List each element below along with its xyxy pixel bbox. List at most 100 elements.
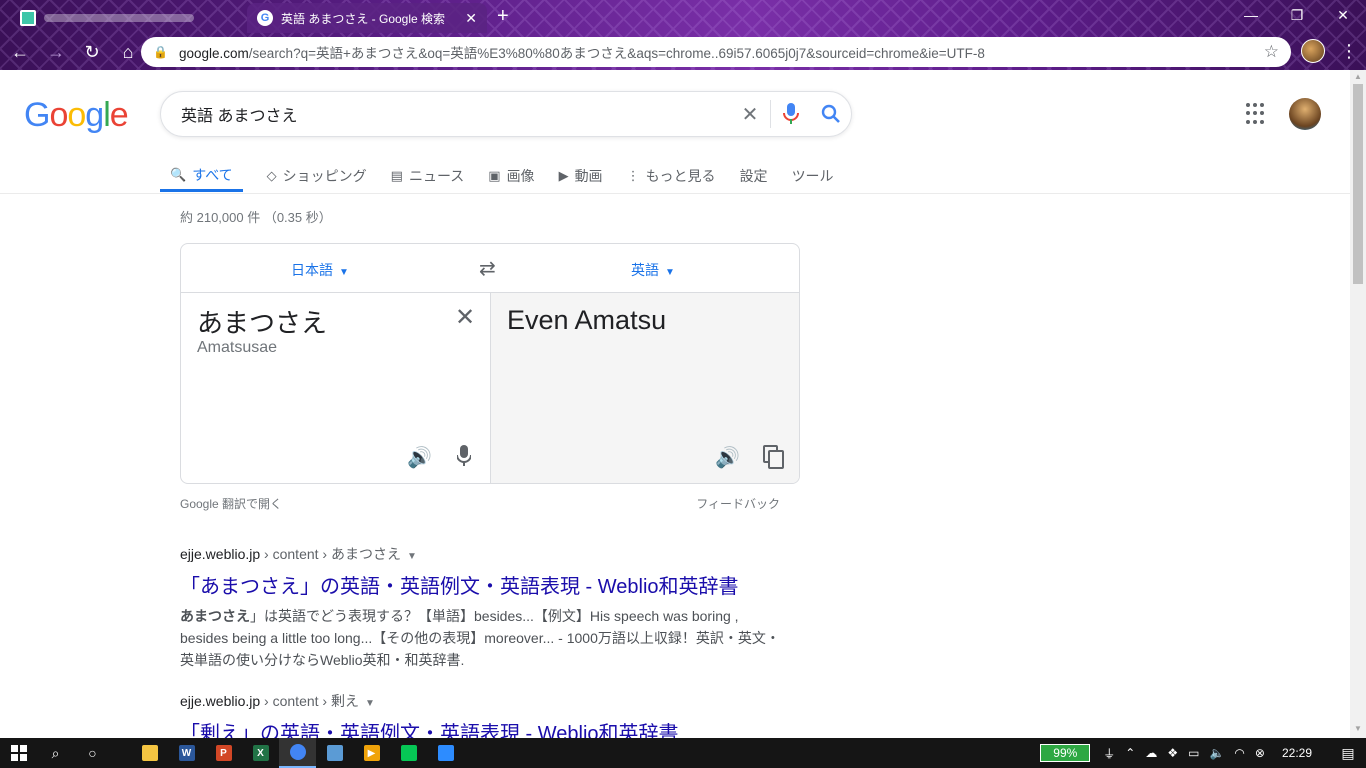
account-avatar[interactable] <box>1289 98 1321 130</box>
taskbar-app[interactable] <box>279 738 316 768</box>
minimize-button[interactable]: — <box>1228 0 1274 30</box>
snippet-line: besides being a little too long...【その他の表… <box>180 630 780 646</box>
dropdown-caret-icon: ▼ <box>665 267 675 278</box>
voice-search-icon[interactable] <box>771 92 811 136</box>
contacts-icon <box>326 745 343 761</box>
speaker-icon[interactable]: 🔊 <box>715 445 740 470</box>
bookmark-star-icon[interactable]: ☆ <box>1264 42 1279 62</box>
battery-indicator[interactable]: 99% <box>1040 744 1091 762</box>
tab-close-icon[interactable]: ✕ <box>465 10 477 27</box>
swap-languages-icon[interactable]: ⇄ <box>479 256 496 281</box>
onedrive-icon[interactable]: ☁ <box>1145 746 1157 760</box>
tab-image[interactable]: ▣ 画像 <box>488 160 534 192</box>
address-bar[interactable]: 🔒 google.com/search?q=英語+あまつさえ&oq=英語%E3%… <box>141 37 1291 67</box>
taskbar-app[interactable]: P <box>205 738 242 768</box>
home-icon[interactable]: ⌂ <box>112 36 144 68</box>
new-tab-button[interactable]: + <box>497 6 509 26</box>
snippet-line: 英単語の使い分けならWeblio英和・和英辞書. <box>180 652 465 668</box>
search-icon[interactable]: ⌕ <box>37 738 74 768</box>
source-text[interactable]: あまつさえ <box>197 303 327 340</box>
url-text: google.com/search?q=英語+あまつさえ&oq=英語%E3%80… <box>179 42 1264 62</box>
url-path: /search?q=英語+あまつさえ&oq=英語%E3%80%80あまつさえ&a… <box>248 46 985 61</box>
reload-icon[interactable]: ↻ <box>76 36 108 68</box>
taskbar-app[interactable]: W <box>168 738 205 768</box>
tab-label: 画像 <box>506 168 535 184</box>
tab-tag[interactable]: ◇ ショッピング <box>267 160 367 192</box>
show-hidden-icons-icon[interactable]: ⌃ <box>1125 746 1135 760</box>
taskbar-app[interactable] <box>427 738 464 768</box>
result-options-icon[interactable]: ▼ <box>365 698 375 709</box>
browser-profile-avatar[interactable] <box>1301 39 1325 63</box>
tab-label: ツール <box>791 168 834 184</box>
more-icon: ⋮ <box>626 168 640 183</box>
tab-title: 英語 あまつさえ - Google 検索 <box>281 11 446 26</box>
scrollbar-thumb[interactable] <box>1353 84 1363 284</box>
translate-card: 日本語 ▼ ⇄ 英語 ▼ あまつさえ Amatsusae ✕ 🔊 Even Amat… <box>180 243 800 484</box>
file-explorer-icon <box>141 745 158 761</box>
search-input[interactable] <box>181 105 730 123</box>
google-apps-icon[interactable] <box>1246 103 1268 125</box>
search-box: ✕ <box>160 91 852 137</box>
clock[interactable]: 22:29 <box>1282 746 1312 760</box>
speaker-icon[interactable]: 🔊 <box>407 445 432 470</box>
back-icon[interactable]: ← <box>4 36 36 68</box>
browser-chrome: G 英語 あまつさえ - Google 検索 ✕ + — ❐ ✕ ← → ↻ ⌂… <box>0 0 1366 70</box>
tab-search[interactable]: 🔍 すべて <box>160 160 243 192</box>
snippet-highlight: あまつさえ <box>180 608 250 624</box>
search-icon: 🔍 <box>170 166 187 182</box>
notifications-icon[interactable]: ▤ <box>1330 745 1366 762</box>
result-snippet: あまつさえ」は英語でどう表現する？【単語】besides...【例文】His s… <box>180 605 800 671</box>
tab-inactive[interactable] <box>12 5 244 31</box>
task-view-icon[interactable] <box>111 738 131 768</box>
volume-icon[interactable]: 🔈 <box>1209 746 1224 760</box>
close-window-button[interactable]: ✕ <box>1320 0 1366 30</box>
taskbar-app[interactable] <box>131 738 168 768</box>
tab-label: すべて <box>192 166 233 183</box>
search-result: ejje.weblio.jp › content › あまつさえ ▼ 「あまつさえ… <box>180 544 800 671</box>
taskbar-app[interactable]: X <box>242 738 279 768</box>
news-icon: ▤ <box>390 168 403 183</box>
logo-letter: o <box>49 96 68 134</box>
result-url: ejje.weblio.jp › content › 剰え ▼ <box>180 691 800 711</box>
tab-active[interactable]: G 英語 あまつさえ - Google 検索 ✕ <box>247 3 487 33</box>
forward-icon[interactable]: → <box>40 36 72 68</box>
tabs-divider <box>0 193 1350 194</box>
open-in-translate-link[interactable]: Google 翻訳で開く <box>180 497 282 511</box>
wifi-icon[interactable]: ◠ <box>1234 746 1244 760</box>
clear-search-icon[interactable]: ✕ <box>730 92 770 136</box>
power-plug-icon[interactable]: ⏚ <box>1103 745 1115 762</box>
source-language-select[interactable]: 日本語 ▼ <box>291 260 349 280</box>
cortana-icon[interactable]: ○ <box>74 738 111 768</box>
restore-button[interactable]: ❐ <box>1274 0 1320 30</box>
tab-video[interactable]: ▶ 動画 <box>559 160 603 192</box>
browser-menu-icon[interactable]: ⋮ <box>1340 41 1358 62</box>
browser-toolbar: ← → ↻ ⌂ 🔒 google.com/search?q=英語+あまつさえ&o… <box>0 34 1366 70</box>
microphone-icon[interactable] <box>456 445 472 473</box>
scroll-down-icon[interactable]: ▼ <box>1354 724 1362 733</box>
source-pane[interactable]: あまつさえ Amatsusae ✕ 🔊 <box>181 293 491 483</box>
feedback-link[interactable]: フィードバック <box>696 495 780 512</box>
page-scrollbar[interactable]: ▲ ▼ <box>1350 70 1366 738</box>
tab-link-6[interactable]: 設定 <box>740 160 768 192</box>
target-language-select[interactable]: 英語 ▼ <box>631 260 675 280</box>
excel-icon: X <box>252 745 269 761</box>
clear-source-icon[interactable]: ✕ <box>455 303 475 332</box>
copy-icon[interactable] <box>763 445 785 475</box>
google-logo[interactable]: Google <box>24 96 129 135</box>
result-title-link[interactable]: 「あまつさえ」の英語・英語例文・英語表現 - Weblio和英辞書 <box>180 570 800 599</box>
tab-link-7[interactable]: ツール <box>792 160 834 192</box>
search-icon[interactable] <box>811 92 851 136</box>
chrome-icon <box>289 744 306 760</box>
taskbar-app[interactable]: ▶ <box>353 738 390 768</box>
tab-news[interactable]: ▤ ニュース <box>391 160 465 192</box>
battery-icon[interactable]: ▭ <box>1188 746 1199 760</box>
ime-icon[interactable]: ⊗ <box>1255 746 1265 760</box>
taskbar-app[interactable] <box>316 738 353 768</box>
result-title-link[interactable]: 「剰え」の英語・英語例文・英語表現 - Weblio和英辞書 <box>180 717 800 738</box>
windows-start-icon[interactable] <box>0 738 37 768</box>
result-options-icon[interactable]: ▼ <box>407 551 417 562</box>
taskbar-app[interactable] <box>390 738 427 768</box>
scroll-up-icon[interactable]: ▲ <box>1354 72 1362 81</box>
tab-more[interactable]: ⋮ もっと見る <box>627 160 716 192</box>
dropbox-icon[interactable]: ❖ <box>1167 746 1178 760</box>
